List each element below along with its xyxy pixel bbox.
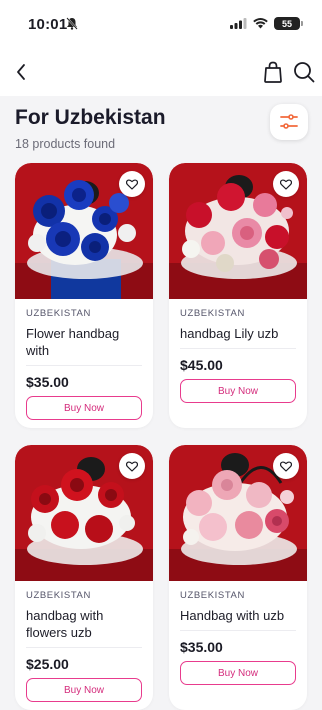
nav-bar — [0, 48, 322, 96]
results-count: 18 products found — [15, 137, 116, 151]
status-icons: 55 — [230, 17, 303, 30]
product-info: UZBEKISTAN Handbag with uzb $35.00 Buy N… — [169, 581, 307, 685]
product-brand: UZBEKISTAN — [26, 590, 91, 601]
filter-sliders-icon — [280, 114, 298, 129]
favorite-button[interactable] — [273, 453, 299, 479]
product-brand: UZBEKISTAN — [180, 308, 245, 319]
product-info: UZBEKISTAN handbag Lily uzb $45.00 Buy N… — [169, 299, 307, 403]
divider — [26, 365, 142, 366]
bell-off-icon — [66, 17, 78, 30]
divider — [26, 647, 142, 648]
filter-button[interactable] — [270, 104, 308, 140]
heart-icon — [280, 460, 292, 472]
product-name[interactable]: Handbag with uzb — [180, 607, 296, 624]
product-brand: UZBEKISTAN — [180, 590, 245, 601]
heart-icon — [126, 460, 138, 472]
product-image[interactable] — [169, 445, 307, 581]
product-image[interactable] — [15, 445, 153, 581]
search-icon[interactable] — [292, 60, 316, 84]
product-price: $35.00 — [26, 374, 69, 390]
buy-now-button[interactable]: Buy Now — [26, 396, 142, 420]
product-info: UZBEKISTAN Flower handbag with $35.00 Bu… — [15, 299, 153, 420]
buy-now-button[interactable]: Buy Now — [180, 379, 296, 403]
heart-icon — [126, 178, 138, 190]
product-card[interactable]: UZBEKISTAN handbag Lily uzb $45.00 Buy N… — [169, 163, 307, 428]
status-time: 10:01 — [28, 16, 68, 33]
battery-icon: 55 — [274, 17, 303, 30]
buy-now-button[interactable]: Buy Now — [180, 661, 296, 685]
buy-now-button[interactable]: Buy Now — [26, 678, 142, 702]
favorite-button[interactable] — [119, 453, 145, 479]
product-card[interactable]: UZBEKISTAN Handbag with uzb $35.00 Buy N… — [169, 445, 307, 710]
product-price: $45.00 — [180, 357, 223, 373]
signal-icon — [230, 18, 247, 29]
heart-icon — [280, 178, 292, 190]
divider — [180, 348, 296, 349]
battery-level: 55 — [281, 18, 292, 29]
page-title: For Uzbekistan — [15, 106, 166, 129]
product-info: UZBEKISTAN handbag with flowers uzb $25.… — [15, 581, 153, 702]
divider — [180, 630, 296, 631]
favorite-button[interactable] — [273, 171, 299, 197]
status-bar: 10:01 55 — [0, 0, 322, 48]
product-image[interactable] — [169, 163, 307, 299]
shopping-bag-icon[interactable] — [262, 60, 284, 84]
product-brand: UZBEKISTAN — [26, 308, 91, 319]
product-card[interactable]: UZBEKISTAN handbag with flowers uzb $25.… — [15, 445, 153, 710]
product-name[interactable]: handbag with flowers uzb — [26, 607, 142, 641]
product-price: $25.00 — [26, 656, 69, 672]
product-name[interactable]: Flower handbag with — [26, 325, 142, 359]
product-image[interactable] — [15, 163, 153, 299]
back-arrow-icon[interactable] — [10, 60, 34, 84]
product-name[interactable]: handbag Lily uzb — [180, 325, 296, 342]
wifi-icon — [253, 18, 268, 29]
product-card[interactable]: UZBEKISTAN Flower handbag with $35.00 Bu… — [15, 163, 153, 428]
favorite-button[interactable] — [119, 171, 145, 197]
product-price: $35.00 — [180, 639, 223, 655]
